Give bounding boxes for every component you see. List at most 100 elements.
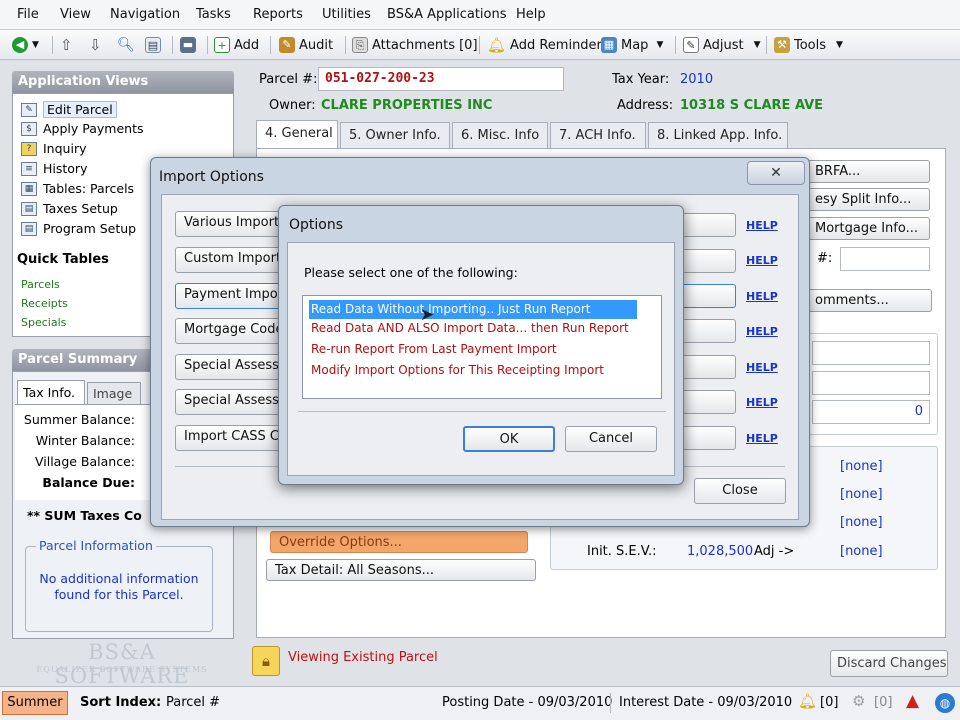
option-modify-import[interactable]: Modify Import Options for This Receiptin… <box>311 363 604 377</box>
nav-tables-parcels[interactable]: ▦ Tables: Parcels <box>21 181 134 196</box>
options-listbox[interactable]: Read Data Without Importing.. Just Run R… <box>302 295 662 399</box>
nav-apply-payments[interactable]: $ Apply Payments <box>21 121 144 136</box>
season-indicator[interactable]: Summer <box>2 691 68 715</box>
option-read-only[interactable]: Read Data Without Importing.. Just Run R… <box>309 300 637 319</box>
quick-receipts-link[interactable]: Receipts <box>21 297 68 310</box>
down-button[interactable]: ⇩ <box>89 35 102 55</box>
payment-import-button[interactable]: Payment Import <box>175 283 288 309</box>
inquiry-icon: ? <box>21 141 37 156</box>
parcel-number-field[interactable]: 051-027-200-23 <box>318 67 564 91</box>
import-desc-3[interactable] <box>682 284 736 308</box>
add-icon: + <box>214 37 230 53</box>
tab-owner-info[interactable]: 5. Owner Info. <box>340 122 450 148</box>
map-button[interactable]: ▦ Map ▼ <box>601 35 663 55</box>
discard-changes-button[interactable]: Discard Changes <box>830 650 948 677</box>
up-arrow-icon: ⇧ <box>60 36 73 54</box>
tab-general[interactable]: 4. General <box>256 120 338 150</box>
number-field[interactable] <box>840 247 930 271</box>
dropdown-arrow-icon: ▼ <box>836 40 843 50</box>
sort-index-label: Sort Index: <box>80 695 162 710</box>
import-desc-1[interactable] <box>682 213 736 237</box>
right-field-1[interactable] <box>812 341 930 365</box>
sort-index-value[interactable]: Parcel # <box>166 695 220 710</box>
import-desc-6[interactable] <box>682 390 736 414</box>
import-desc-4[interactable] <box>682 319 736 343</box>
help-link-2[interactable]: HELP <box>746 254 778 267</box>
none-link-1[interactable]: [none] <box>840 459 883 474</box>
gears-icon[interactable]: ⚙ <box>852 692 865 710</box>
nav-taxes-setup[interactable]: ▤ Taxes Setup <box>21 201 118 216</box>
none-link-4[interactable]: [none] <box>840 544 883 559</box>
help-link-5[interactable]: HELP <box>746 361 778 374</box>
special-assessment-button-1[interactable]: Special Assessm <box>175 354 292 380</box>
import-desc-7[interactable] <box>682 426 736 450</box>
owner-value: CLARE PROPERTIES INC <box>321 98 493 113</box>
ok-button[interactable]: OK <box>463 426 555 452</box>
print-button[interactable]: ▬ <box>180 35 196 55</box>
various-imports-button[interactable]: Various Imports <box>175 211 286 237</box>
bell-icon[interactable]: 🔔︎ <box>798 692 817 710</box>
nav-inquiry[interactable]: ? Inquiry <box>21 141 86 156</box>
import-close-button[interactable]: Close <box>694 478 786 504</box>
import-cass-button[interactable]: Import CASS CE <box>175 425 287 451</box>
none-link-3[interactable]: [none] <box>840 515 883 530</box>
warning-icon[interactable]: ▲ <box>906 691 919 711</box>
easy-split-info-button[interactable]: esy Split Info... <box>806 188 930 211</box>
comments-button[interactable]: omments... <box>806 289 932 312</box>
help-link-3[interactable]: HELP <box>746 290 778 303</box>
tools-button[interactable]: ⚒ Tools ▼ <box>774 35 843 55</box>
import-desc-2[interactable] <box>682 249 736 273</box>
menu-reports[interactable]: Reports <box>253 7 303 22</box>
menu-help[interactable]: Help <box>516 7 546 22</box>
quick-specials-link[interactable]: Specials <box>21 316 66 329</box>
audit-button[interactable]: ✎ Audit <box>279 35 333 55</box>
toolbar-separator <box>172 36 173 54</box>
tools-icon: ⚒ <box>774 37 790 53</box>
menu-tasks[interactable]: Tasks <box>196 7 231 22</box>
table-icon: ▦ <box>21 181 37 196</box>
menu-file[interactable]: File <box>17 7 39 22</box>
help-link-6[interactable]: HELP <box>746 396 778 409</box>
help-link-4[interactable]: HELP <box>746 325 778 338</box>
nav-edit-parcel[interactable]: ✎ Edit Parcel <box>21 101 117 118</box>
custom-imports-button[interactable]: Custom Imports <box>175 247 288 273</box>
close-icon[interactable]: ✕ <box>747 161 805 185</box>
menu-navigation[interactable]: Navigation <box>110 7 180 22</box>
none-link-2[interactable]: [none] <box>840 487 883 502</box>
card-button[interactable]: ▤ <box>145 35 161 55</box>
right-field-zero[interactable]: 0 <box>812 400 930 424</box>
menu-view[interactable]: View <box>60 7 91 22</box>
tab-misc-info[interactable]: 6. Misc. Info <box>452 122 548 148</box>
special-assessment-button-2[interactable]: Special Assessm <box>175 389 292 415</box>
nav-program-setup[interactable]: ▤ Program Setup <box>21 221 136 236</box>
import-desc-5[interactable] <box>682 355 736 379</box>
brfa-button[interactable]: BRFA... <box>806 160 930 183</box>
tab-ach-info[interactable]: 7. ACH Info. <box>550 122 646 148</box>
nav-history[interactable]: ≡ History <box>21 161 87 176</box>
menu-utilities[interactable]: Utilities <box>322 7 371 22</box>
menu-bsa-applications[interactable]: BS&A Applications <box>387 7 507 22</box>
tab-linked-app-info[interactable]: 8. Linked App. Info. <box>648 122 788 148</box>
add-reminder-button[interactable]: 🔔︎ Add Reminder <box>487 35 602 55</box>
mortgage-code-button[interactable]: Mortgage Code <box>175 318 285 344</box>
option-rerun-report[interactable]: Re-run Report From Last Payment Import <box>311 342 557 356</box>
search-button[interactable]: 🔍︎ <box>117 35 135 55</box>
help-link-7[interactable]: HELP <box>746 432 778 445</box>
attachments-button[interactable]: ⎘ Attachments [0] <box>352 35 478 55</box>
mortgage-info-button[interactable]: Mortgage Info... <box>806 217 930 240</box>
tab-tax-info[interactable]: Tax Info. <box>17 380 85 404</box>
right-field-2[interactable] <box>812 371 930 395</box>
quick-parcels-link[interactable]: Parcels <box>21 278 60 291</box>
option-read-and-import[interactable]: Read Data AND ALSO Import Data... then R… <box>311 321 629 335</box>
adjust-button[interactable]: ✎ Adjust ▼ <box>683 35 761 55</box>
help-link-1[interactable]: HELP <box>746 219 778 232</box>
back-button[interactable]: ◀ ▼ <box>12 35 39 55</box>
interest-date: Interest Date - 09/03/2010 <box>619 695 793 710</box>
tab-image[interactable]: Image <box>87 382 141 404</box>
tax-detail-button[interactable]: Tax Detail: All Seasons... <box>266 559 536 581</box>
globe-icon[interactable]: ◍ <box>935 693 955 713</box>
add-button[interactable]: + Add <box>214 35 259 55</box>
cancel-button[interactable]: Cancel <box>565 426 657 452</box>
up-button[interactable]: ⇧ <box>60 35 73 55</box>
override-options-button[interactable]: Override Options... <box>270 531 528 553</box>
